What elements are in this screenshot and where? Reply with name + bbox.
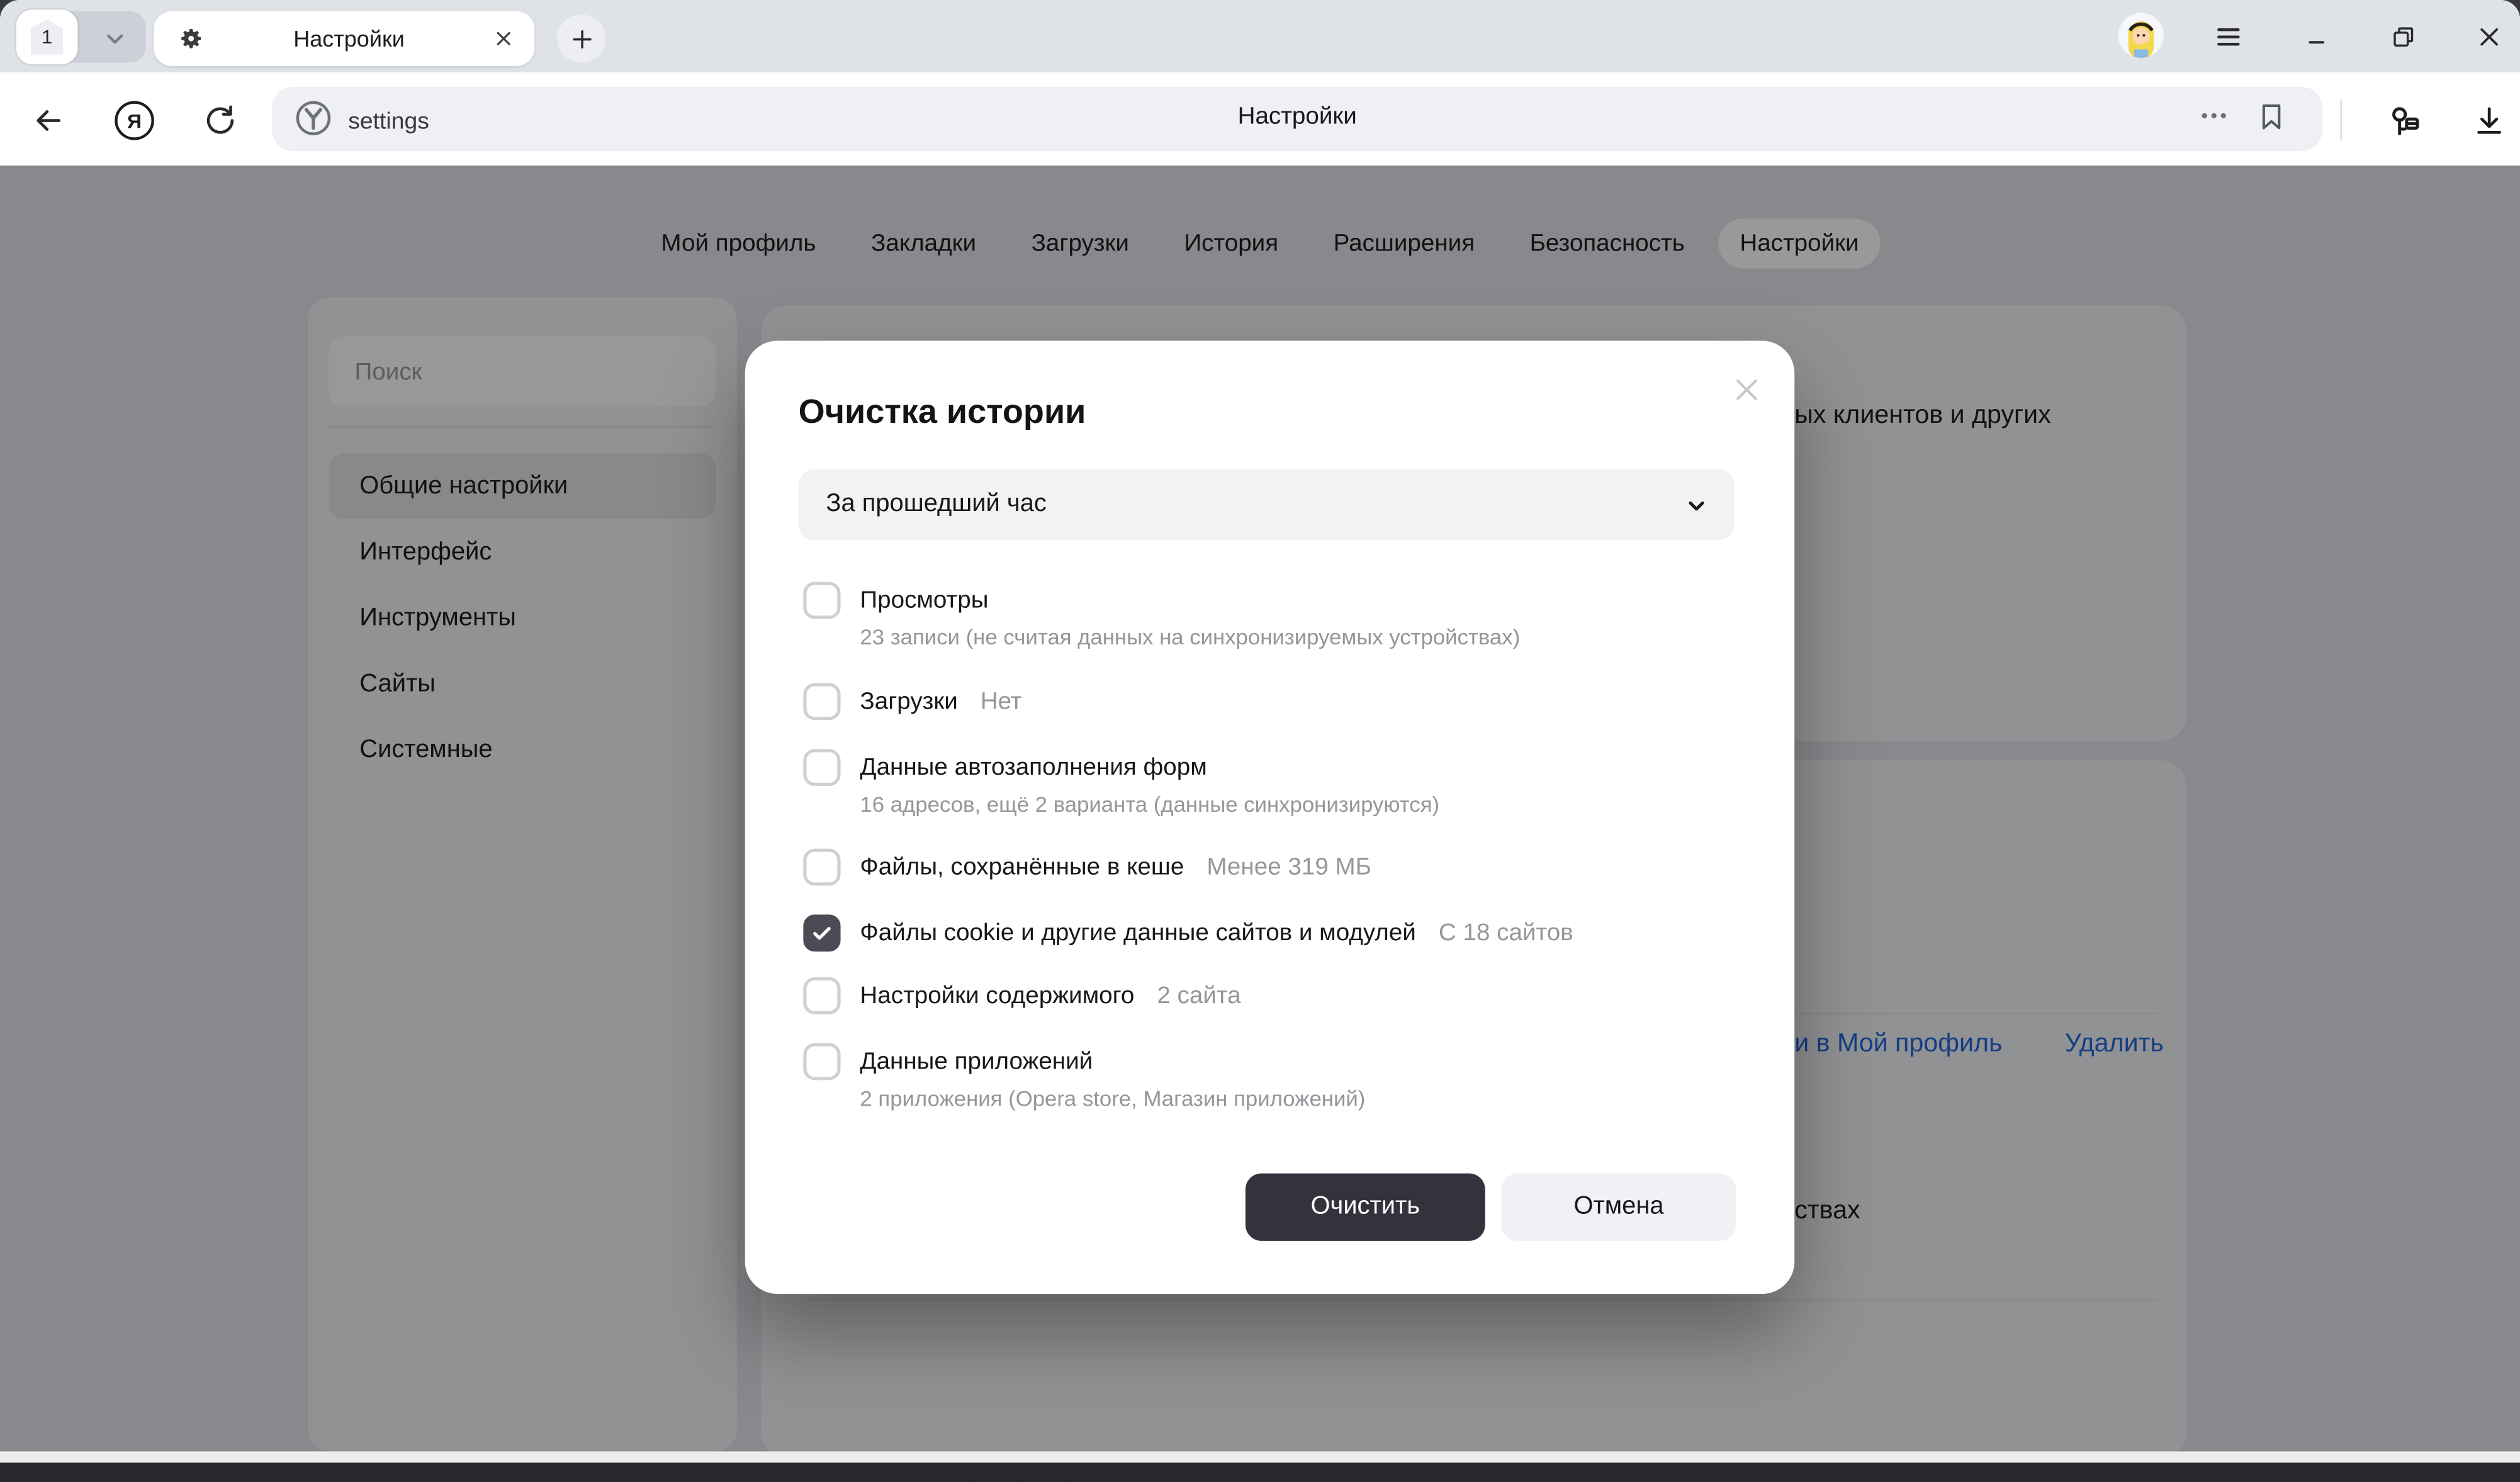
row-subtext: 2 приложения (Opera store, Магазин прило… <box>860 1087 1365 1111</box>
chevron-down-icon <box>104 27 127 58</box>
row-subtext: 23 записи (не считая данных на синхрониз… <box>860 626 1520 649</box>
bookmark-icon[interactable] <box>2256 101 2287 139</box>
row-label: Данные приложений <box>860 1048 1093 1075</box>
history-item-row: Файлы, сохранённые в кеше Менее 319 МБ <box>803 849 1762 886</box>
toolbar: Я settings Настройки <box>0 72 2520 166</box>
address-right <box>2198 99 2287 140</box>
settings-gear-icon <box>178 26 204 52</box>
checkbox-content-settings[interactable] <box>803 977 840 1014</box>
tab-counter-button[interactable]: 1 <box>16 9 78 64</box>
tab-count: 1 <box>42 26 52 48</box>
chevron-down-icon <box>1684 493 1709 517</box>
checkbox-browsing-history[interactable] <box>803 582 840 619</box>
tab-counter-badge: 1 <box>31 20 63 55</box>
row-label: Файлы, сохранённые в кеше <box>860 853 1184 880</box>
clear-button[interactable]: Очистить <box>1246 1174 1485 1241</box>
window-bottom-edge <box>0 1451 2520 1462</box>
browser-window: 1 Настройки <box>0 0 2520 1482</box>
desktop-strip <box>0 1462 2520 1482</box>
row-label: Загрузки <box>860 688 957 715</box>
row-label: Просмотры <box>860 587 988 614</box>
row-label: Файлы cookie и другие данные сайтов и мо… <box>860 919 1415 946</box>
tab-bar: 1 Настройки <box>0 0 2520 72</box>
browser-profile-avatar[interactable] <box>2118 13 2164 58</box>
row-value: Нет <box>981 688 1022 715</box>
back-button[interactable] <box>28 99 70 141</box>
checkbox-app-data[interactable] <box>803 1043 840 1081</box>
checkbox-cache[interactable] <box>803 849 840 886</box>
history-item-row: Данные приложений 2 приложения (Opera st… <box>803 1043 1762 1081</box>
history-item-row: Данные автозаполнения форм 16 адресов, е… <box>803 749 1762 786</box>
toolbar-divider <box>2340 99 2342 140</box>
clear-history-dialog: Очистка истории За прошедший час Просмот… <box>745 340 1794 1294</box>
page-title-centered: Настройки <box>272 103 2322 130</box>
period-selected-value: За прошедший час <box>826 490 1684 519</box>
refresh-button[interactable] <box>200 99 242 141</box>
cancel-button[interactable]: Отмена <box>1501 1174 1736 1241</box>
passwords-key-icon[interactable] <box>2382 99 2424 141</box>
row-label: Настройки содержимого <box>860 982 1134 1009</box>
row-label: Данные автозаполнения форм <box>860 754 1207 781</box>
tab-title: Настройки <box>204 26 494 52</box>
tab-list-dropdown[interactable]: 1 <box>16 11 146 63</box>
yandex-home-button[interactable]: Я <box>113 99 155 141</box>
address-bar[interactable]: settings Настройки <box>272 87 2322 151</box>
menu-hamburger-icon[interactable] <box>2211 20 2247 55</box>
row-subtext: 16 адресов, ещё 2 варианта (данные синхр… <box>860 792 1439 816</box>
history-item-row: Файлы cookie и другие данные сайтов и мо… <box>803 914 1762 952</box>
history-item-row: Настройки содержимого 2 сайта <box>803 977 1762 1014</box>
close-window-button[interactable] <box>2472 20 2507 55</box>
row-value: 2 сайта <box>1157 982 1240 1009</box>
active-tab[interactable]: Настройки <box>154 11 534 66</box>
svg-text:Я: Я <box>127 109 142 132</box>
downloads-icon[interactable] <box>2468 99 2511 141</box>
row-value: Менее 319 МБ <box>1207 853 1371 880</box>
checkbox-cookies[interactable] <box>803 914 840 952</box>
dialog-title: Очистка истории <box>799 394 1086 432</box>
tab-close-icon[interactable] <box>494 29 514 48</box>
more-actions-icon[interactable] <box>2198 99 2230 140</box>
minimize-button[interactable] <box>2300 20 2336 55</box>
row-value: С 18 сайтов <box>1439 919 1573 946</box>
history-item-row: Просмотры 23 записи (не считая данных на… <box>803 582 1762 619</box>
checkbox-downloads[interactable] <box>803 683 840 721</box>
restore-button[interactable] <box>2385 20 2421 55</box>
new-tab-button[interactable] <box>557 14 605 63</box>
dialog-close-icon[interactable] <box>1730 373 1762 405</box>
checkbox-autofill[interactable] <box>803 749 840 786</box>
history-item-row: Загрузки Нет <box>803 683 1762 721</box>
period-select[interactable]: За прошедший час <box>799 469 1735 540</box>
